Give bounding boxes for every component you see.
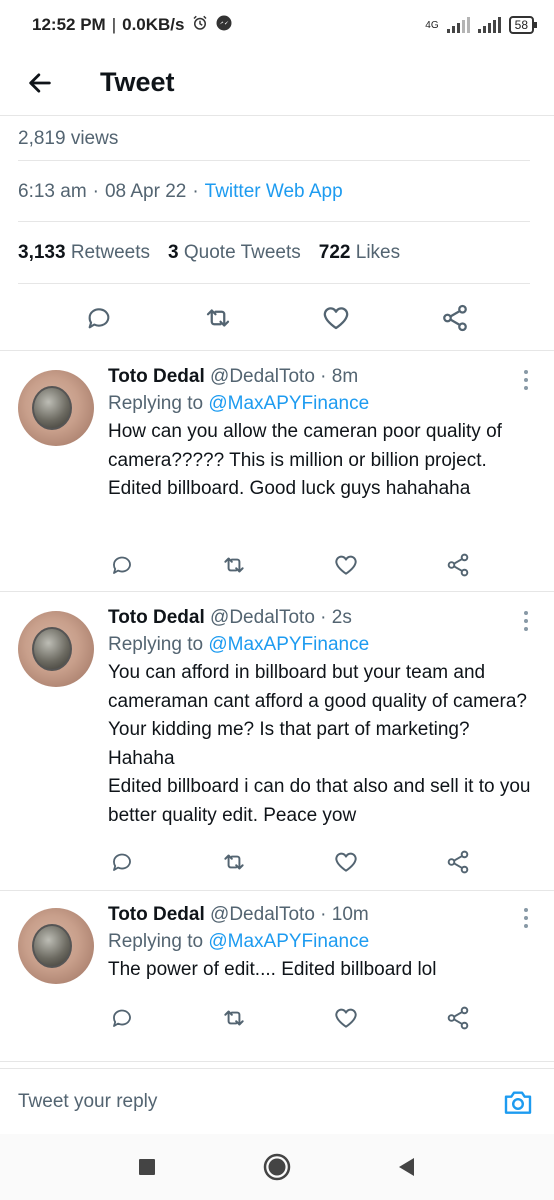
- back-button[interactable]: [10, 53, 70, 113]
- share-icon: [447, 553, 469, 577]
- retweet-icon: [206, 308, 229, 327]
- messenger-icon: [215, 14, 233, 37]
- like-button[interactable]: [324, 545, 368, 585]
- like-button[interactable]: [324, 998, 368, 1038]
- circle-icon: [263, 1153, 291, 1181]
- tweet-actions: [0, 285, 554, 351]
- status-time: 12:52 PM: [32, 15, 106, 34]
- heart-icon: [335, 852, 357, 872]
- share-icon: [447, 1006, 469, 1030]
- app-header: Tweet: [0, 50, 554, 116]
- avatar[interactable]: [18, 908, 94, 984]
- reply-icon: [113, 1009, 131, 1027]
- retweet-button[interactable]: [212, 842, 256, 882]
- tweet-source-link[interactable]: Twitter Web App: [205, 181, 343, 203]
- reply-button[interactable]: [79, 298, 119, 338]
- reply-time: 10m: [331, 904, 369, 925]
- reply-time: 8m: [331, 366, 359, 387]
- reply-actions: [100, 545, 480, 585]
- home-button[interactable]: [257, 1147, 297, 1187]
- share-icon: [442, 304, 467, 331]
- reply-author-handle: @DedalToto: [210, 607, 315, 628]
- reply-icon: [113, 853, 131, 871]
- share-button[interactable]: [436, 998, 480, 1038]
- reply-text: How can you allow the cameran poor quali…: [108, 421, 502, 499]
- reply-actions: [100, 842, 480, 882]
- back-nav-button[interactable]: [387, 1147, 427, 1187]
- reply-compose-bar: [0, 1068, 554, 1134]
- status-bar: 12:52 PM | 0.0KB/s 4G 58: [0, 0, 554, 50]
- tweet-stats: 3,133 Retweets 3 Quote Tweets 722 Likes: [18, 222, 530, 284]
- network-type: 4G: [425, 19, 439, 31]
- replying-to-link[interactable]: @MaxAPYFinance: [208, 634, 369, 655]
- reply-tweet[interactable]: Toto Dedal @DedalToto · 2s Replying to @…: [0, 593, 554, 891]
- tweet-time: 6:13 am: [18, 180, 87, 202]
- retweets-stat[interactable]: 3,133 Retweets: [18, 242, 150, 264]
- square-icon: [139, 1159, 155, 1175]
- retweet-icon: [224, 854, 244, 870]
- retweet-button[interactable]: [212, 545, 256, 585]
- reply-button[interactable]: [100, 545, 144, 585]
- retweet-icon: [224, 557, 244, 573]
- like-button[interactable]: [324, 842, 368, 882]
- tweet-views: 2,819 views: [18, 117, 530, 161]
- reply-icon: [113, 556, 131, 574]
- battery-indicator: 58: [508, 16, 538, 34]
- status-speed: 0.0KB/s: [122, 15, 185, 34]
- more-options-icon[interactable]: [516, 609, 536, 633]
- quote-tweets-stat[interactable]: 3 Quote Tweets: [168, 242, 301, 264]
- replying-to-link[interactable]: @MaxAPYFinance: [208, 931, 369, 952]
- more-options-icon[interactable]: [516, 368, 536, 392]
- reply-text: The power of edit.... Edited billboard l…: [108, 959, 437, 980]
- share-icon: [447, 850, 469, 874]
- share-button[interactable]: [436, 842, 480, 882]
- signal-icon-2: [477, 17, 501, 33]
- avatar[interactable]: [18, 611, 94, 687]
- recents-button[interactable]: [127, 1147, 167, 1187]
- reply-author-handle: @DedalToto: [210, 904, 315, 925]
- reply-text: You can afford in billboard but your tea…: [108, 662, 531, 826]
- reply-author-name[interactable]: Toto Dedal: [108, 366, 205, 387]
- heart-icon: [335, 1008, 357, 1028]
- reply-time: 2s: [331, 607, 352, 628]
- page-title: Tweet: [100, 67, 175, 97]
- triangle-back-icon: [399, 1158, 414, 1176]
- heart-icon: [335, 555, 357, 575]
- retweet-icon: [224, 1010, 244, 1026]
- camera-button[interactable]: [500, 1084, 536, 1120]
- heart-icon: [323, 306, 349, 329]
- like-button[interactable]: [316, 298, 356, 338]
- tweet-timestamp: 6:13 am · 08 Apr 22 · Twitter Web App: [18, 162, 530, 222]
- reply-author-name[interactable]: Toto Dedal: [108, 607, 205, 628]
- reply-author-name[interactable]: Toto Dedal: [108, 904, 205, 925]
- alarm-icon: [191, 14, 209, 37]
- reply-icon: [88, 307, 110, 328]
- retweet-button[interactable]: [212, 998, 256, 1038]
- more-options-icon[interactable]: [516, 906, 536, 930]
- signal-icon: [446, 17, 470, 33]
- arrow-left-icon: [29, 72, 51, 93]
- reply-button[interactable]: [100, 998, 144, 1038]
- reply-button[interactable]: [100, 842, 144, 882]
- reply-input[interactable]: [18, 1090, 500, 1113]
- retweet-button[interactable]: [198, 298, 238, 338]
- share-button[interactable]: [435, 298, 475, 338]
- likes-stat[interactable]: 722 Likes: [319, 242, 400, 264]
- tweet-date: 08 Apr 22: [104, 180, 187, 202]
- reply-tweet[interactable]: Toto Dedal @DedalToto · 8m Replying to @…: [0, 352, 554, 592]
- system-nav-bar: [0, 1134, 554, 1200]
- reply-author-handle: @DedalToto: [210, 366, 315, 387]
- reply-tweet[interactable]: Toto Dedal @DedalToto · 10m Replying to …: [0, 892, 554, 1062]
- share-button[interactable]: [436, 545, 480, 585]
- replying-to-link[interactable]: @MaxAPYFinance: [208, 393, 369, 414]
- avatar[interactable]: [18, 370, 94, 446]
- camera-icon: [504, 1090, 532, 1114]
- reply-actions: [100, 998, 480, 1038]
